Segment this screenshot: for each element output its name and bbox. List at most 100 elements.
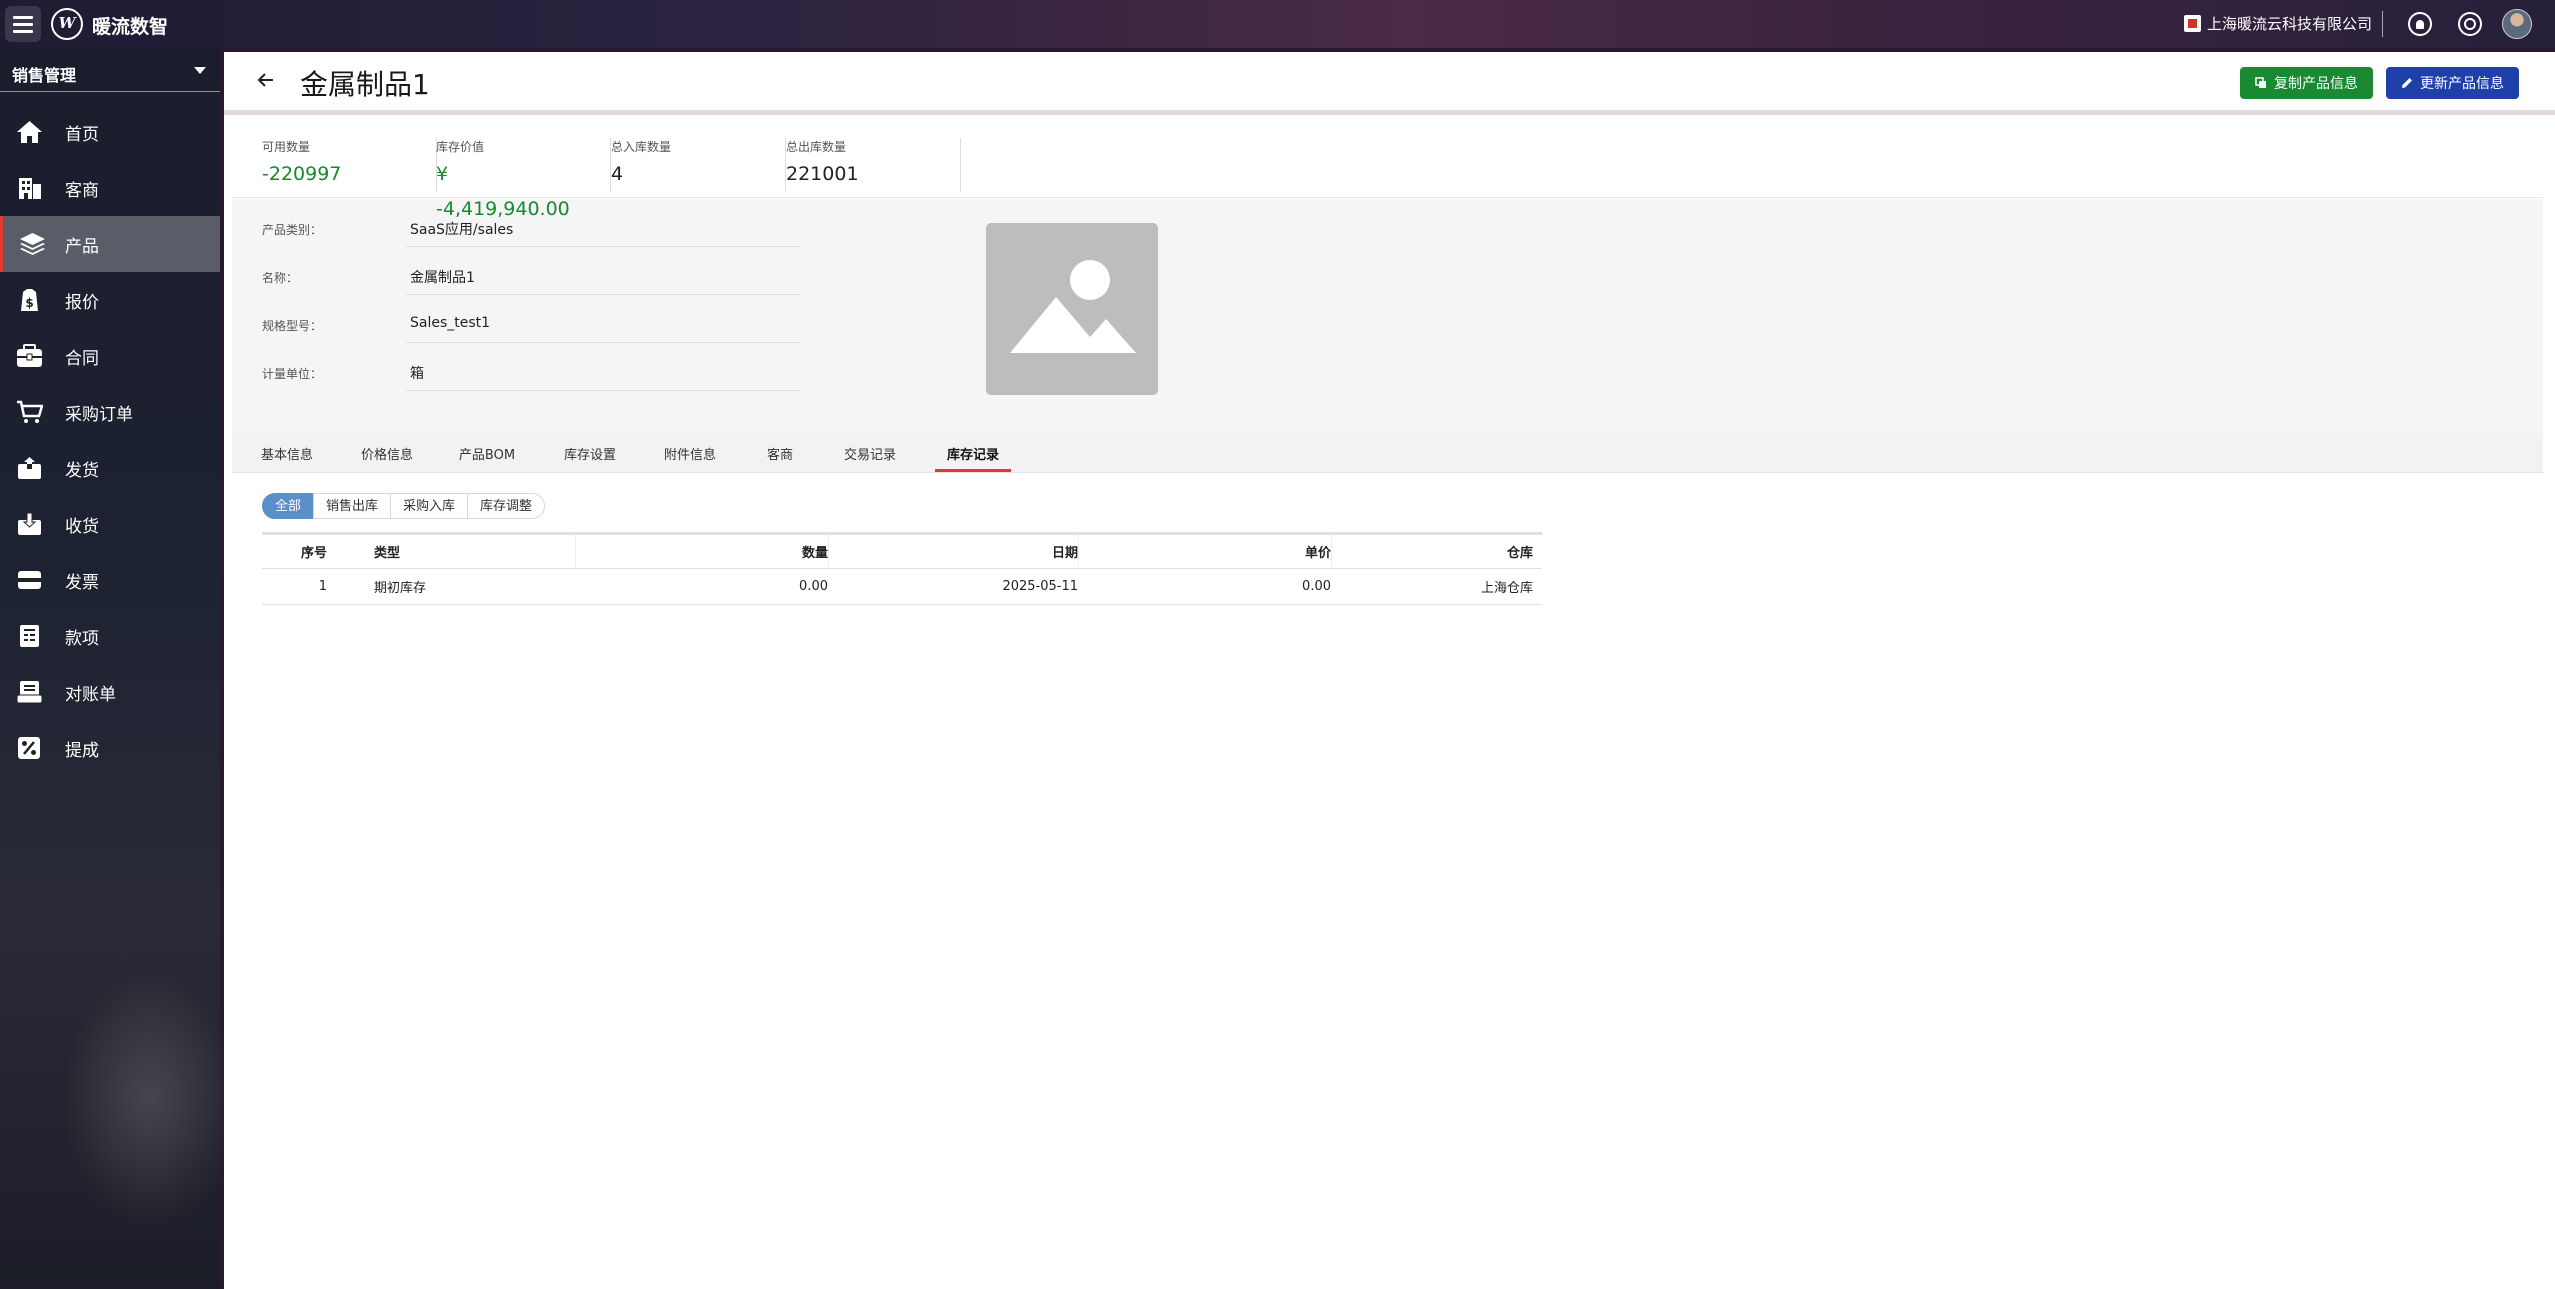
- sidebar-item-label: 首页: [65, 124, 99, 145]
- hamburger-menu-icon[interactable]: [5, 6, 41, 42]
- table-header: 序号 类型 数量 日期 单价 仓库: [262, 532, 1542, 569]
- stat-label: 总入库数量: [611, 140, 672, 154]
- table-row[interactable]: 1 期初库存 0.00 2025-05-11 0.00 上海仓库: [262, 569, 1542, 605]
- sidebar-item-label: 对账单: [65, 684, 116, 705]
- sidebar-item-label: 发票: [65, 572, 99, 593]
- tab-inventory-settings[interactable]: 库存设置: [555, 433, 625, 473]
- sidebar-item-home[interactable]: 首页: [0, 104, 220, 160]
- home-icon: [16, 120, 43, 144]
- module-selector[interactable]: 销售管理: [0, 48, 220, 92]
- sidebar-item-label: 客商: [65, 180, 99, 201]
- sidebar-item-statements[interactable]: 对账单: [0, 664, 220, 720]
- back-arrow-icon[interactable]: [256, 70, 276, 90]
- module-selector-label: 销售管理: [12, 66, 77, 85]
- field-name: 名称： 金属制品1: [262, 247, 802, 295]
- column-header-no[interactable]: 序号: [262, 535, 327, 568]
- stat-value: 4: [611, 163, 624, 185]
- field-spec: 规格型号： Sales_test1: [262, 295, 802, 343]
- copy-icon: [2255, 77, 2267, 89]
- sidebar-item-invoices[interactable]: 发票: [0, 552, 220, 608]
- building-icon: [16, 176, 43, 200]
- app-logo: W: [51, 8, 83, 40]
- caret-down-icon: [194, 67, 206, 74]
- field-value: Sales_test1: [406, 295, 800, 343]
- stat-total-in: 总入库数量 4: [611, 138, 786, 192]
- field-value: 箱: [406, 343, 800, 391]
- column-header-qty[interactable]: 数量: [575, 535, 828, 568]
- cell-date: 2025-05-11: [1002, 579, 1078, 594]
- payment-icon: [16, 624, 43, 648]
- quote-icon: $: [16, 288, 43, 312]
- sidebar-item-partners[interactable]: 客商: [0, 160, 220, 216]
- sidebar-item-shipping[interactable]: 发货: [0, 440, 220, 496]
- sidebar-item-payments[interactable]: 款项: [0, 608, 220, 664]
- detail-tabs: 基本信息 价格信息 产品BOM 库存设置 附件信息 客商 交易记录 库存记录: [232, 433, 2543, 473]
- stat-available-qty: 可用数量 -220997: [262, 138, 437, 192]
- sidebar-item-label: 报价: [65, 292, 99, 313]
- sidebar-item-products[interactable]: 产品: [0, 216, 220, 272]
- product-image-placeholder-icon[interactable]: [986, 223, 1158, 395]
- stat-label: 总出库数量: [786, 140, 847, 154]
- stat-inventory-value: 库存价值 ¥: [436, 138, 611, 192]
- tab-attachments[interactable]: 附件信息: [655, 433, 725, 473]
- tab-partners[interactable]: 客商: [755, 433, 805, 473]
- field-unit: 计量单位： 箱: [262, 343, 802, 391]
- contract-icon: [16, 344, 43, 368]
- stat-value: ¥: [436, 163, 449, 185]
- copy-product-button[interactable]: 复制产品信息: [2240, 67, 2373, 99]
- page-header: 金属制品1 复制产品信息 更新产品信息: [224, 52, 2555, 115]
- update-product-button[interactable]: 更新产品信息: [2386, 67, 2519, 99]
- filter-adjustment[interactable]: 库存调整: [467, 493, 546, 519]
- sidebar-item-quotes[interactable]: $ 报价: [0, 272, 220, 328]
- inventory-value-amount: -4,419,940.00: [436, 198, 570, 220]
- field-value: 金属制品1: [406, 247, 800, 295]
- sidebar-item-purchase-orders[interactable]: 采购订单: [0, 384, 220, 440]
- company-logo-icon: [2184, 15, 2201, 32]
- tab-transactions[interactable]: 交易记录: [835, 433, 905, 473]
- field-label: 计量单位：: [262, 367, 323, 381]
- layers-icon: [19, 232, 46, 256]
- stats-bar: 可用数量 -220997 库存价值 ¥ 总入库数量 4 总出库数量 221001: [232, 124, 2543, 198]
- top-bar: W 暖流数智 上海暖流云科技有限公司: [0, 0, 2555, 48]
- filter-purchase-in[interactable]: 采购入库: [390, 493, 469, 519]
- tab-price-info[interactable]: 价格信息: [352, 433, 422, 473]
- column-header-type[interactable]: 类型: [374, 535, 574, 568]
- product-card: 可用数量 -220997 库存价值 ¥ 总入库数量 4 总出库数量 221001…: [232, 124, 2543, 1289]
- sidebar: 销售管理 首页 客商 产品 $ 报价 合同 采购订单 发货 收货 发票 款项 对…: [0, 48, 240, 1289]
- tab-product-bom[interactable]: 产品BOM: [452, 433, 522, 473]
- settings-gear-icon[interactable]: [2458, 12, 2482, 36]
- app-name: 暖流数智: [92, 16, 169, 38]
- column-header-warehouse[interactable]: 仓库: [1331, 535, 1533, 568]
- sidebar-item-commission[interactable]: 提成: [0, 720, 220, 776]
- cell-price: 0.00: [1302, 579, 1331, 594]
- sidebar-item-label: 款项: [65, 628, 99, 649]
- record-filter-group: 全部 销售出库 采购入库 库存调整: [262, 493, 546, 519]
- filter-all[interactable]: 全部: [262, 493, 315, 519]
- product-info: 产品类别： SaaS应用/sales 名称： 金属制品1 规格型号： Sales…: [232, 199, 2543, 433]
- update-product-label: 更新产品信息: [2420, 76, 2504, 92]
- company-switcher[interactable]: 上海暖流云科技有限公司: [2184, 13, 2372, 34]
- statement-icon: [16, 680, 43, 704]
- tab-basic-info[interactable]: 基本信息: [252, 433, 322, 473]
- tab-inventory-records[interactable]: 库存记录: [935, 433, 1011, 473]
- sidebar-item-label: 采购订单: [65, 404, 133, 425]
- inventory-records-table: 序号 类型 数量 日期 单价 仓库 1 期初库存 0.00 2025-05-11…: [262, 532, 1542, 605]
- stat-label: 库存价值: [436, 140, 485, 154]
- percent-icon: [16, 736, 43, 760]
- notification-bell-icon[interactable]: [2408, 12, 2432, 36]
- field-label: 名称：: [262, 271, 299, 285]
- column-header-date[interactable]: 日期: [828, 535, 1078, 568]
- cell-qty: 0.00: [799, 579, 828, 594]
- sidebar-item-contracts[interactable]: 合同: [0, 328, 220, 384]
- pencil-icon: [2401, 77, 2413, 89]
- cell-no: 1: [318, 579, 327, 594]
- stat-total-out: 总出库数量 221001: [786, 138, 961, 192]
- field-label: 产品类别：: [262, 223, 323, 237]
- column-header-price[interactable]: 单价: [1078, 535, 1331, 568]
- user-avatar[interactable]: [2502, 9, 2532, 39]
- sidebar-item-receiving[interactable]: 收货: [0, 496, 220, 552]
- ship-icon: [16, 456, 43, 480]
- filter-sales-out[interactable]: 销售出库: [313, 493, 392, 519]
- svg-text:$: $: [25, 296, 33, 310]
- page-title: 金属制品1: [300, 68, 430, 101]
